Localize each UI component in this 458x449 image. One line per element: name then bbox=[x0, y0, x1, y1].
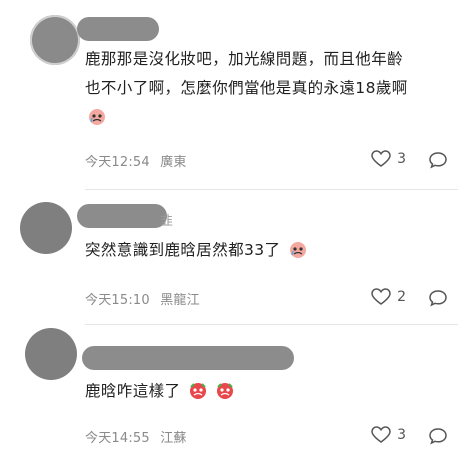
username-redacted[interactable] bbox=[77, 204, 167, 228]
comment-text-line: 突然意識到鹿晗居然都33了 bbox=[85, 241, 281, 259]
comment-meta: 今天12:54 廣東 bbox=[85, 151, 193, 170]
crying-face-emoji bbox=[87, 106, 107, 136]
comment-1: 鹿那那是沒化妝吧，加光線問題，而且他年齡 也不小了啊，怎麼你們當他是真的永遠18… bbox=[0, 0, 458, 190]
timestamp: 今天12:54 bbox=[85, 155, 150, 170]
comment-meta: 今天15:10 黑龍江 bbox=[85, 289, 206, 308]
crying-face-emoji bbox=[288, 239, 308, 269]
like-button[interactable]: 2 bbox=[371, 288, 406, 306]
timestamp: 今天14:55 bbox=[85, 431, 150, 446]
timestamp: 今天15:10 bbox=[85, 293, 150, 308]
username-redacted[interactable] bbox=[82, 346, 294, 370]
avatar[interactable] bbox=[25, 328, 77, 380]
crying-face-emoji bbox=[188, 380, 208, 410]
avatar[interactable] bbox=[20, 202, 72, 254]
comment-text-line: 鹿晗咋這樣了 bbox=[85, 382, 181, 400]
speech-bubble-icon bbox=[429, 290, 447, 307]
like-count: 2 bbox=[397, 289, 406, 305]
comment-3: 鹿晗咋這樣了 今天14:55 江蘇 3 bbox=[0, 325, 458, 446]
like-button[interactable]: 3 bbox=[371, 426, 406, 444]
speech-bubble-icon bbox=[429, 152, 447, 169]
crying-face-emoji bbox=[215, 380, 235, 410]
like-count: 3 bbox=[397, 151, 406, 167]
username-redacted[interactable] bbox=[77, 17, 159, 41]
like-button[interactable]: 3 bbox=[371, 150, 406, 168]
reply-button[interactable] bbox=[428, 427, 448, 449]
location: 黑龍江 bbox=[160, 293, 200, 308]
heart-outline-icon bbox=[371, 150, 391, 167]
comment-text-line: 也不小了啊，怎麼你們當他是真的永遠18歲啊 bbox=[85, 79, 408, 97]
comment-text-line: 鹿那那是沒化妝吧，加光線問題，而且他年齡 bbox=[85, 50, 404, 68]
like-count: 3 bbox=[397, 427, 406, 443]
comment-meta: 今天14:55 江蘇 bbox=[85, 427, 193, 446]
avatar[interactable] bbox=[30, 15, 80, 65]
comment-text: 突然意識到鹿晗居然都33了 bbox=[85, 236, 447, 269]
heart-outline-icon bbox=[371, 426, 391, 443]
location: 江蘇 bbox=[160, 431, 187, 446]
comment-text: 鹿那那是沒化妝吧，加光線問題，而且他年齡 也不小了啊，怎麼你們當他是真的永遠18… bbox=[85, 45, 447, 132]
username-tail: 韭 bbox=[160, 214, 174, 229]
reply-button[interactable] bbox=[428, 289, 448, 311]
comment-2: 韭 突然意識到鹿晗居然都33了 今天15:10 黑龍江 2 bbox=[0, 190, 458, 325]
speech-bubble-icon bbox=[429, 428, 447, 445]
location: 廣東 bbox=[160, 155, 187, 170]
reply-button[interactable] bbox=[428, 151, 448, 173]
heart-outline-icon bbox=[371, 288, 391, 305]
comment-text: 鹿晗咋這樣了 bbox=[85, 377, 447, 410]
